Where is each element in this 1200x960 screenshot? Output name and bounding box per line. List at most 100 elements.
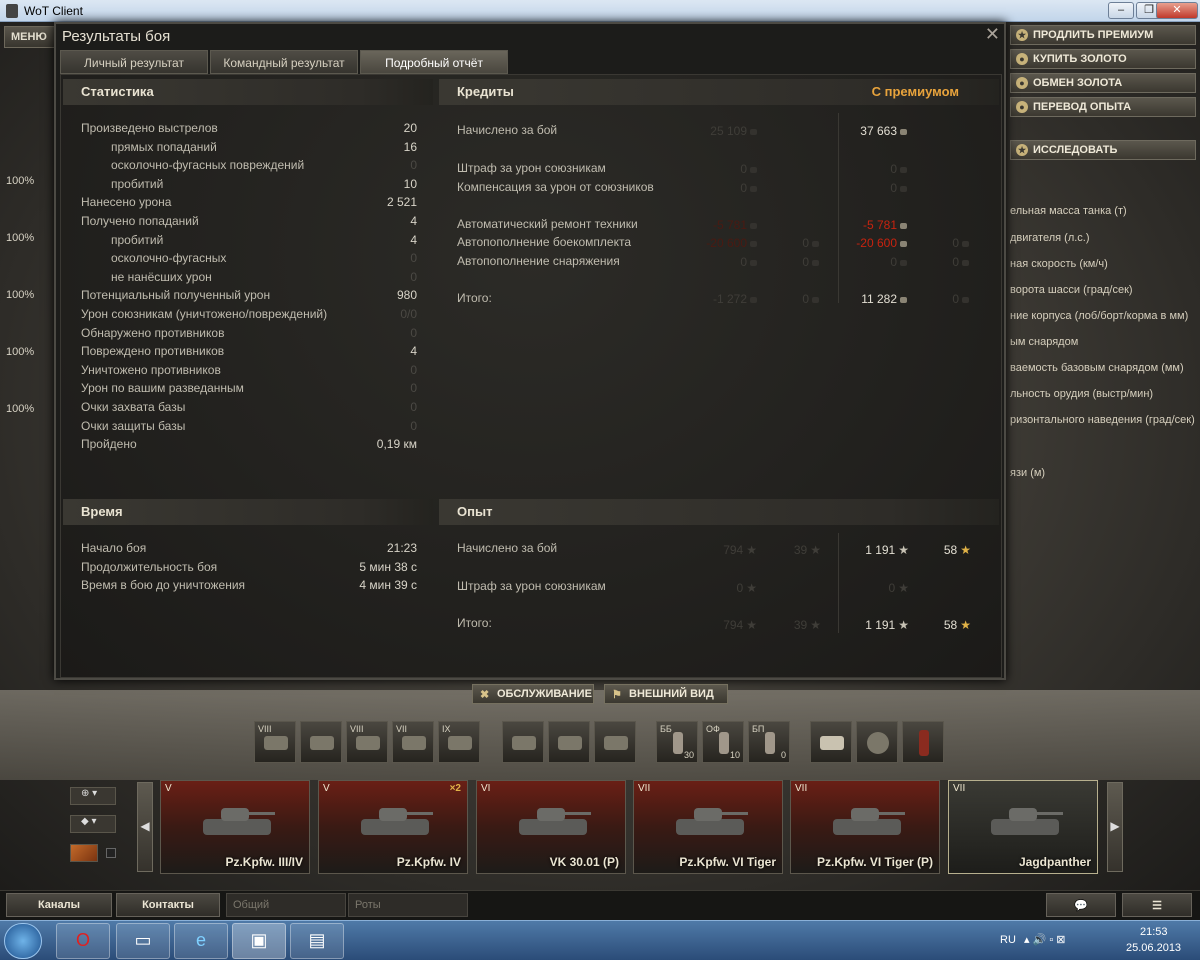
stat-value: 2 521 <box>386 195 417 210</box>
tank-card[interactable]: VI VK 30.01 (P) <box>476 780 626 874</box>
exchange-gold-button[interactable]: ● ОБМЕН ЗОЛОТА <box>1010 73 1196 93</box>
ammo-type: ББ <box>660 724 672 734</box>
tank-name: VK 30.01 (P) <box>549 855 619 869</box>
credit-base: -20 600 <box>706 236 757 250</box>
tank-stat-label: ние корпуса (лоб/борт/корма в мм) <box>1010 310 1189 322</box>
general-channel-tab[interactable]: Общий <box>226 893 346 917</box>
explorer-icon[interactable]: ▭ <box>116 923 170 959</box>
tab-detailed[interactable]: Подробный отчёт <box>360 50 508 74</box>
start-button[interactable] <box>4 923 42 959</box>
credit-premium: -20 600 <box>856 236 907 250</box>
research-button[interactable]: ★ ИССЛЕДОВАТЬ <box>1010 140 1196 160</box>
tank-card[interactable]: VII Pz.Kpfw. VI Tiger (P) <box>790 780 940 874</box>
ammo-count: 10 <box>729 750 740 760</box>
tab-personal[interactable]: Личный результат <box>60 50 208 74</box>
star-icon: ★ <box>898 543 909 557</box>
tank-name: Pz.Kpfw. III/IV <box>225 855 303 869</box>
tank-card[interactable]: VII Jagdpanther <box>948 780 1098 874</box>
radio-module-slot[interactable]: IX <box>438 721 480 763</box>
tank-card[interactable]: VII Pz.Kpfw. VI Tiger <box>633 780 783 874</box>
tank-card[interactable]: V Pz.Kpfw. III/IV <box>160 780 310 874</box>
tab-team[interactable]: Командный результат <box>210 50 358 74</box>
credit-premium-value: -20 600 <box>856 236 897 250</box>
stat-row: Потенциальный полученный урон 980 <box>81 288 417 306</box>
module-tier: VIII <box>258 724 272 734</box>
stat-value: 0 <box>410 158 417 173</box>
exp-base-value: 0 <box>736 581 744 595</box>
credit-base-value: 0 <box>740 181 747 195</box>
exp-premium: 1 191 ★ <box>865 618 909 632</box>
button-label: ОБМЕН ЗОЛОТА <box>1033 77 1123 89</box>
exp-base: 794 ★ <box>723 543 757 557</box>
carousel-left-button[interactable]: ◀ <box>137 782 153 872</box>
minimize-button[interactable]: – <box>1108 2 1134 19</box>
desktop-icon[interactable]: ▤ <box>290 923 344 959</box>
dialog-title: Результаты боя <box>62 28 171 45</box>
extend-premium-button[interactable]: ★ ПРОДЛИТЬ ПРЕМИУМ <box>1010 25 1196 45</box>
stat-value: 0 <box>410 251 417 266</box>
equipment-slot[interactable] <box>548 721 590 763</box>
consumable-slot[interactable] <box>810 721 852 763</box>
opera-icon[interactable]: O <box>56 923 110 959</box>
language-indicator[interactable]: RU <box>1000 934 1016 946</box>
ammo-count: 0 <box>780 750 786 760</box>
channels-button[interactable]: Каналы <box>6 893 112 917</box>
engine-module-slot[interactable]: VIII <box>346 721 388 763</box>
time-header: Время <box>63 499 433 525</box>
credit-base-value: 0 <box>740 162 747 176</box>
contacts-button[interactable]: Контакты <box>116 893 220 917</box>
wot-client-taskbar-icon[interactable]: ▣ <box>232 923 286 959</box>
gun-module-slot[interactable]: VIII <box>254 721 296 763</box>
stat-label: Урон союзникам (уничтожено/повреждений) <box>81 307 328 321</box>
tank-stat-label: ельная масса танка (т) <box>1010 205 1127 217</box>
turret-module-slot[interactable] <box>300 721 342 763</box>
game-menu-button[interactable]: МЕНЮ <box>4 26 56 48</box>
equipment-slot[interactable] <box>594 721 636 763</box>
shell-icon <box>719 732 729 754</box>
free-exp-icon: ★ <box>960 618 971 632</box>
equipment-box-icon <box>512 736 536 750</box>
nation-filter[interactable]: ⊕ ▾ <box>70 787 116 805</box>
ammo-slot[interactable]: ББ 30 <box>656 721 698 763</box>
credit-icon <box>900 259 907 266</box>
crew-percent: 100% <box>6 175 35 187</box>
consumable-slot[interactable] <box>902 721 944 763</box>
ammo-slot[interactable]: ОФ 10 <box>702 721 744 763</box>
stat-value: 980 <box>396 288 417 303</box>
tray-icons[interactable]: ▴ 🔊 ▫ ⊠ <box>1024 933 1066 946</box>
chat-message-button[interactable]: 💬 <box>1046 893 1116 917</box>
button-label: ВНЕШНИЙ ВИД <box>629 688 714 700</box>
module-tier: VII <box>396 724 408 734</box>
carousel-right-button[interactable]: ▶ <box>1107 782 1123 872</box>
close-window-button[interactable]: ✕ <box>1156 2 1198 19</box>
stat-row: Нанесено урона 2 521 <box>81 195 417 213</box>
credit-premium: -5 781 <box>863 218 907 232</box>
tank-stat-label: язи (м) <box>1010 467 1046 479</box>
ammo-slot[interactable]: БП 0 <box>748 721 790 763</box>
tank-gun <box>877 812 905 815</box>
tank-card[interactable]: V ×2 Pz.Kpfw. IV <box>318 780 468 874</box>
equipment-slot[interactable] <box>502 721 544 763</box>
tank-tier: V <box>165 783 172 794</box>
notifications-button[interactable]: ☰ <box>1122 893 1192 917</box>
chassis-module-slot[interactable]: VII <box>392 721 434 763</box>
consumable-slot[interactable] <box>856 721 898 763</box>
companies-channel-tab[interactable]: Роты <box>348 893 468 917</box>
filter-checkbox[interactable] <box>106 848 116 858</box>
credits-title: Кредиты <box>457 84 514 99</box>
stats-header: Статистика <box>63 79 433 105</box>
internet-explorer-icon[interactable]: e <box>174 923 228 959</box>
service-button[interactable]: ✖ ОБСЛУЖИВАНИЕ <box>472 684 594 704</box>
stat-value: 0 <box>410 381 417 396</box>
stat-value: 4 <box>410 232 417 247</box>
appearance-button[interactable]: ⚑ ВНЕШНИЙ ВИД <box>604 684 728 704</box>
gold-premium-value: 0 <box>952 236 959 250</box>
tank-stat-label: ризонтального наведения (град/сек) <box>1010 414 1195 426</box>
close-icon[interactable]: ✕ <box>985 24 1000 45</box>
stat-label: Произведено выстрелов <box>81 121 218 135</box>
stat-value: 4 <box>410 214 417 228</box>
buy-gold-button[interactable]: ● КУПИТЬ ЗОЛОТО <box>1010 49 1196 69</box>
type-filter[interactable]: ◆ ▾ <box>70 815 116 833</box>
camo-filter[interactable] <box>70 844 98 862</box>
convert-exp-button[interactable]: ● ПЕРЕВОД ОПЫТА <box>1010 97 1196 117</box>
